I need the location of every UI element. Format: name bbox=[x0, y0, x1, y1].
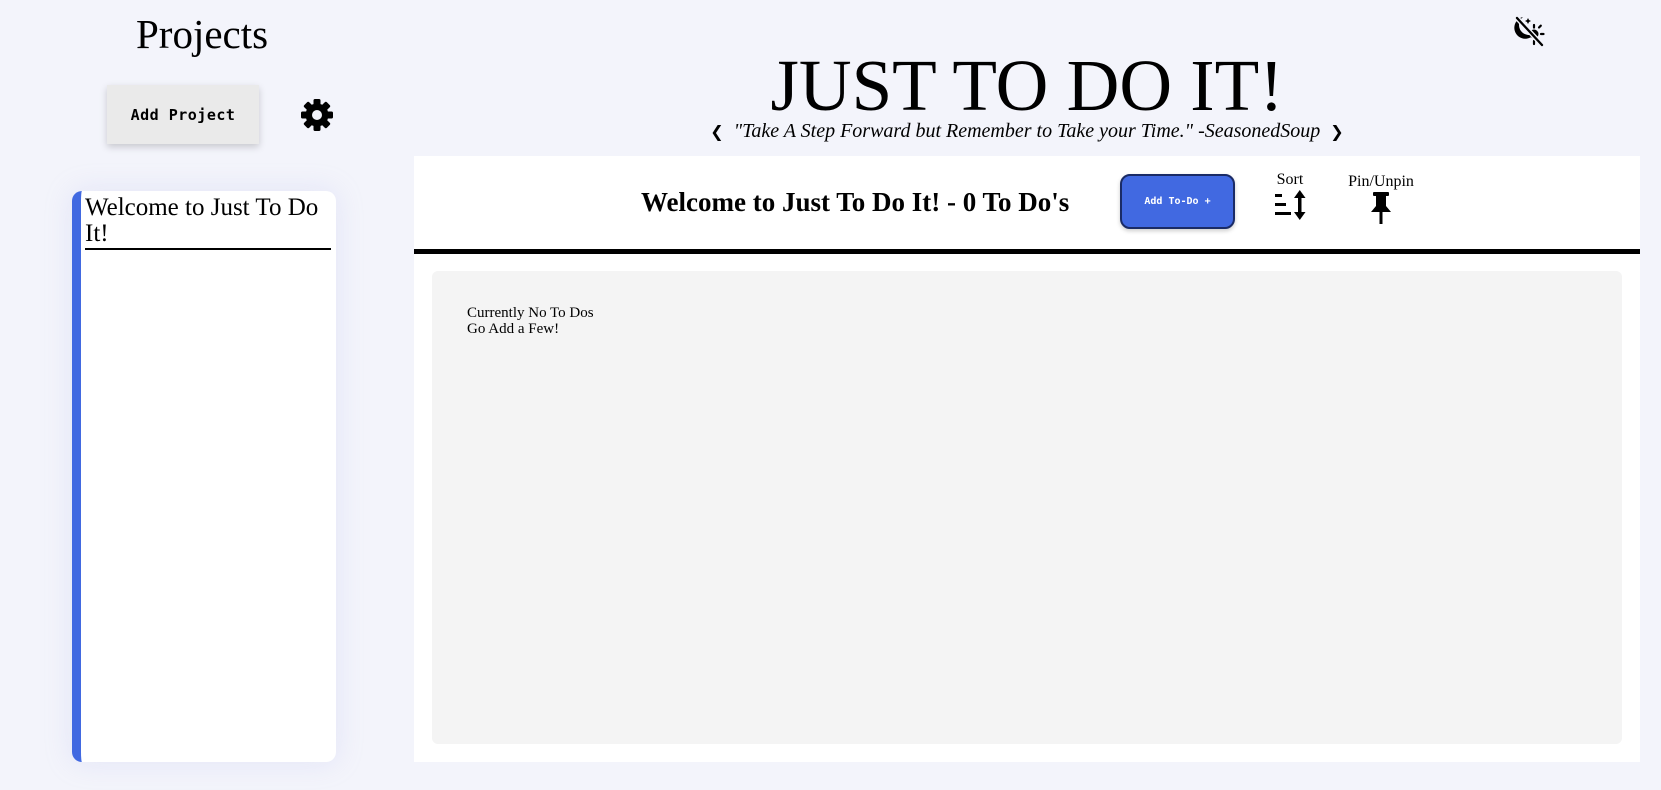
todo-list: Currently No To Dos Go Add a Few! bbox=[432, 271, 1622, 744]
project-heading: Welcome to Just To Do It! - 0 To Do's bbox=[641, 187, 1070, 217]
settings-button[interactable] bbox=[299, 97, 335, 133]
sort-icon bbox=[1275, 190, 1306, 220]
add-todo-button[interactable]: Add To-Do + bbox=[1120, 174, 1235, 229]
gear-icon bbox=[301, 99, 333, 131]
add-project-button[interactable]: Add Project bbox=[107, 85, 259, 144]
moon-sun-toggle-icon bbox=[1514, 16, 1545, 47]
pin-unpin-button[interactable]: Pin/Unpin bbox=[1341, 173, 1421, 225]
todo-panel: Welcome to Just To Do It! - 0 To Do's Ad… bbox=[414, 156, 1640, 762]
empty-state-line: Currently No To Dos bbox=[467, 305, 594, 321]
empty-state-line: Go Add a Few! bbox=[467, 321, 560, 337]
project-list: Welcome to Just To Do It! bbox=[72, 191, 336, 762]
empty-state-message: Currently No To Dos Go Add a Few! bbox=[467, 305, 594, 337]
app-title: JUST TO DO IT! bbox=[770, 45, 1284, 126]
project-item-welcome[interactable]: Welcome to Just To Do It! bbox=[85, 195, 331, 250]
sort-button[interactable]: Sort bbox=[1268, 171, 1312, 221]
sidebar-title: Projects bbox=[136, 11, 269, 57]
quote-text: "Take A Step Forward but Remember to Tak… bbox=[733, 119, 1321, 142]
pushpin-icon bbox=[1371, 192, 1391, 224]
sort-label: Sort bbox=[1276, 171, 1304, 188]
theme-toggle-button[interactable] bbox=[1510, 12, 1546, 48]
previous-quote-button[interactable]: ❮ bbox=[700, 122, 733, 141]
pin-unpin-label: Pin/Unpin bbox=[1348, 173, 1414, 190]
todo-panel-header: Welcome to Just To Do It! - 0 To Do's Ad… bbox=[414, 156, 1640, 254]
quote-carousel: ❮ "Take A Step Forward but Remember to T… bbox=[414, 118, 1640, 144]
next-quote-button[interactable]: ❯ bbox=[1320, 122, 1353, 141]
